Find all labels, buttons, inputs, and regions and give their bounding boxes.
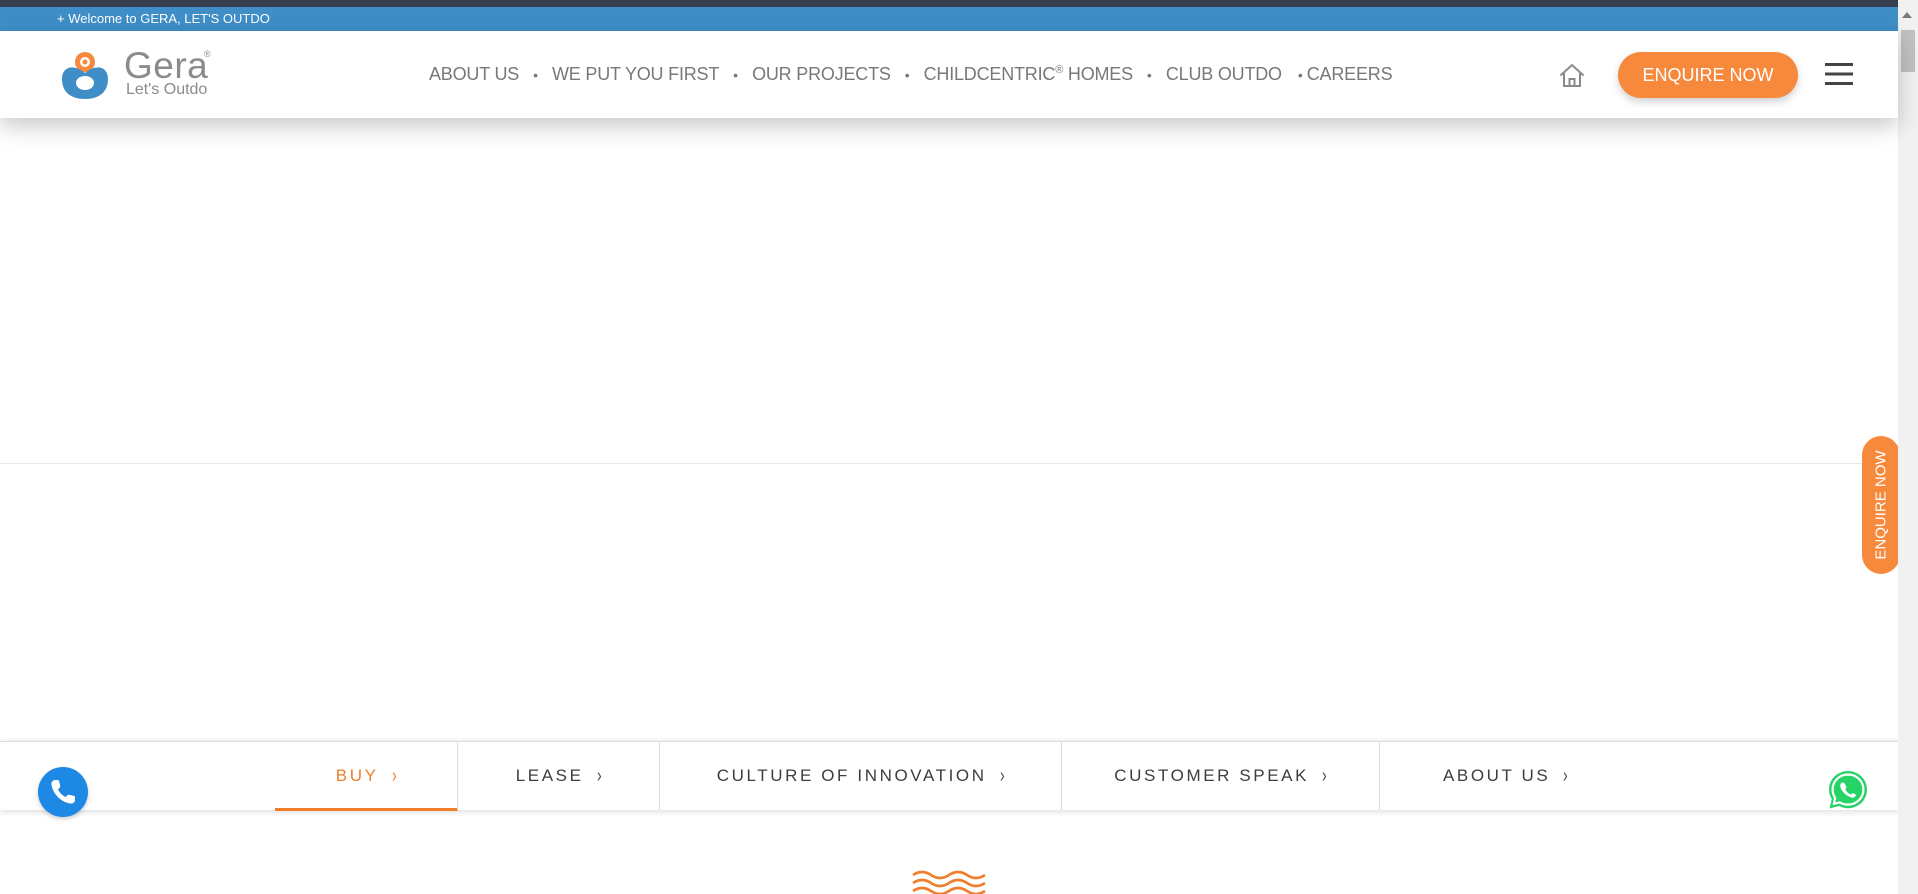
tab-customer-speak[interactable]: CUSTOMER SPEAK › [1062,742,1380,810]
site-header: Gera ® Let's Outdo ABOUT US • WE PUT YOU… [0,31,1898,118]
tab-culture-of-innovation[interactable]: CULTURE OF INNOVATION › [660,742,1062,810]
nav-homes-label: HOMES [1063,64,1133,84]
nav-we-put-you-first[interactable]: WE PUT YOU FIRST [552,64,719,85]
home-icon[interactable] [1558,61,1586,89]
gera-logo-icon [62,52,108,99]
chevron-right-icon: › [1563,764,1569,787]
logo-registered-mark: ® [204,49,211,59]
tab-label: BUY [335,766,379,785]
chevron-right-icon: › [1322,764,1327,787]
side-enquire-label: ENQUIRE NOW [1872,450,1890,560]
nav-about-us[interactable]: ABOUT US [429,64,519,85]
hero-divider [0,463,1898,464]
chevron-right-icon: › [999,764,1005,787]
waves-icon [912,870,986,894]
section-tab-bar: BUY › LEASE › CULTURE OF INNOVATION › CUSTO… [0,741,1898,811]
logo-tagline: Let's Outdo [126,81,208,98]
welcome-bar: + Welcome to GERA, LET'S OUTDO [0,7,1898,31]
tab-label: ABOUT US [1442,766,1551,785]
browser-top-strip [0,0,1898,7]
hamburger-menu-icon[interactable] [1824,59,1854,89]
tab-buy[interactable]: BUY › [275,742,458,811]
side-enquire-now-tab[interactable]: ENQUIRE NOW [1862,436,1900,574]
nav-childcentric-label: CHILDCENTRIC [923,64,1056,84]
scroll-up-arrow-icon[interactable] [1902,12,1912,18]
phone-call-button[interactable] [38,767,88,817]
main-nav: ABOUT US • WE PUT YOU FIRST • OUR PROJEC… [429,31,1393,118]
chevron-right-icon: › [596,764,602,787]
tab-label: LEASE [515,766,584,785]
nav-separator: • [1297,66,1303,83]
nav-separator: • [733,66,739,83]
enquire-now-button[interactable]: ENQUIRE NOW [1618,52,1798,98]
whatsapp-icon[interactable] [1826,768,1870,812]
tab-lease[interactable]: LEASE › [458,742,660,810]
page-scrollbar[interactable] [1898,0,1918,894]
welcome-text: + Welcome to GERA, LET'S OUTDO [57,11,270,26]
nav-childcentric-homes[interactable]: CHILDCENTRIC® HOMES [923,64,1134,85]
nav-separator: • [1146,66,1152,83]
tab-label: CUSTOMER SPEAK [1114,766,1310,785]
tab-label: CULTURE OF INNOVATION [716,766,987,785]
registered-mark: ® [1055,64,1064,76]
tab-about-us[interactable]: ABOUT US › [1380,742,1632,810]
nav-separator: • [904,66,910,83]
chevron-right-icon: › [391,764,397,787]
nav-our-projects[interactable]: OUR PROJECTS [752,64,891,85]
gera-logo[interactable]: Gera ® Let's Outdo [56,45,216,101]
scrollbar-thumb[interactable] [1901,30,1915,72]
nav-careers[interactable]: CAREERS [1307,64,1393,85]
nav-separator: • [533,66,538,83]
phone-icon [51,780,75,804]
nav-club-outdo[interactable]: CLUB OUTDO [1166,64,1282,85]
